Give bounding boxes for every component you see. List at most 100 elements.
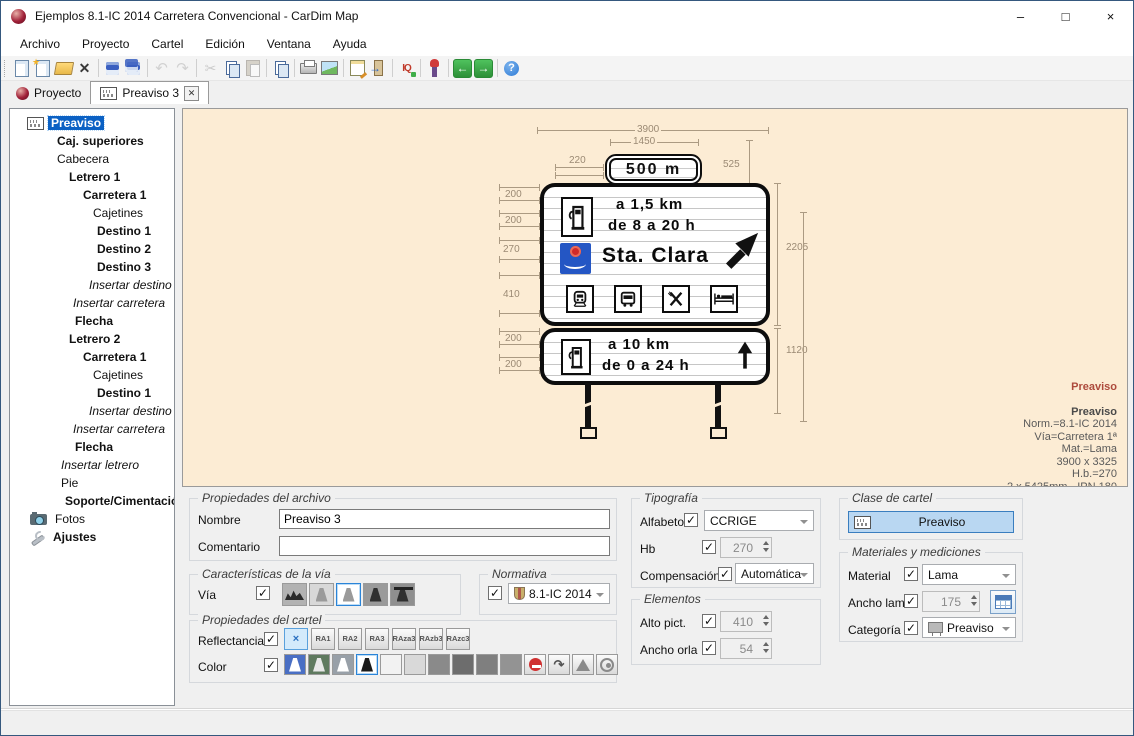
ancho-orla-checkbox[interactable] xyxy=(702,641,716,655)
menu-ventana[interactable]: Ventana xyxy=(256,33,322,55)
properties-icon[interactable] xyxy=(347,58,368,79)
tree-item-destino-1b[interactable]: Destino 1 xyxy=(10,384,174,402)
reflectancia-ra2-button[interactable]: RA2 xyxy=(338,628,362,650)
material-dropdown[interactable]: Lama xyxy=(922,564,1016,585)
alfabeto-checkbox[interactable] xyxy=(684,513,698,527)
color-swatch-gray2-button[interactable] xyxy=(476,654,498,675)
tree-item-carretera-1[interactable]: Carretera 1 xyxy=(10,186,174,204)
color-swatch-white-button[interactable] xyxy=(380,654,402,675)
copy-icon[interactable] xyxy=(221,58,242,79)
tree-item-flecha-b[interactable]: Flecha xyxy=(10,438,174,456)
tree-item-destino-2[interactable]: Destino 2 xyxy=(10,240,174,258)
signal-icon[interactable] xyxy=(424,58,445,79)
tab-preaviso-3[interactable]: Preaviso 3 ✕ xyxy=(90,81,209,104)
sign-canvas[interactable]: 3900 1450 220 525 200 200 270 410 200 20… xyxy=(182,108,1128,487)
tree-item-ajustes[interactable]: Ajustes xyxy=(10,528,174,546)
reflectancia-razc3-button[interactable]: RAzc3 xyxy=(446,628,470,650)
tree-item-destino-3[interactable]: Destino 3 xyxy=(10,258,174,276)
navigate-back-icon[interactable] xyxy=(452,58,473,79)
color-swatch-darkgray-button[interactable] xyxy=(452,654,474,675)
tree-item-insertar-letrero[interactable]: Insertar letrero xyxy=(10,456,174,474)
reflectancia-checkbox[interactable] xyxy=(264,632,278,646)
reflectancia-ra3-button[interactable]: RA3 xyxy=(365,628,389,650)
navigate-forward-icon[interactable] xyxy=(473,58,494,79)
clase-preaviso-button[interactable]: Preaviso xyxy=(848,511,1014,533)
paste-icon[interactable] xyxy=(242,58,263,79)
alto-pict-spinner[interactable]: 410 xyxy=(720,611,772,632)
tree-item-destino-1[interactable]: Destino 1 xyxy=(10,222,174,240)
color-target-button[interactable] xyxy=(596,654,618,675)
color-motorway-button[interactable] xyxy=(284,654,306,675)
delete-icon[interactable] xyxy=(74,58,95,79)
compensacion-checkbox[interactable] xyxy=(718,567,732,581)
tree-item-cabecera[interactable]: Cabecera xyxy=(10,150,174,168)
color-checkbox[interactable] xyxy=(264,658,278,672)
menu-proyecto[interactable]: Proyecto xyxy=(71,33,140,55)
color-detour-button[interactable] xyxy=(548,654,570,675)
cut-icon[interactable] xyxy=(200,58,221,79)
menu-edicion[interactable]: Edición xyxy=(194,33,255,55)
ancho-lamas-spinner[interactable]: 175 xyxy=(922,591,980,612)
color-warning-button[interactable] xyxy=(572,654,594,675)
open-folder-icon[interactable] xyxy=(53,58,74,79)
via-type-terrain-button[interactable] xyxy=(282,583,307,606)
hb-spinner[interactable]: 270 xyxy=(720,537,772,558)
save-all-icon[interactable] xyxy=(123,58,144,79)
color-road-sign-button[interactable] xyxy=(332,654,354,675)
via-checkbox[interactable] xyxy=(256,586,270,600)
material-checkbox[interactable] xyxy=(904,567,918,581)
tree-item-preaviso[interactable]: Preaviso xyxy=(10,114,174,132)
nombre-input[interactable] xyxy=(279,509,610,529)
categoria-checkbox[interactable] xyxy=(904,621,918,635)
help-icon[interactable] xyxy=(501,58,522,79)
redo-icon[interactable] xyxy=(172,58,193,79)
duplicate-icon[interactable] xyxy=(270,58,291,79)
tree-item-insertar-carretera-b[interactable]: Insertar carretera xyxy=(10,420,174,438)
via-type-road-3-button[interactable] xyxy=(363,583,388,606)
hb-checkbox[interactable] xyxy=(702,540,716,554)
reflectancia-raza3-button[interactable]: RAza3 xyxy=(392,628,416,650)
save-icon[interactable] xyxy=(102,58,123,79)
color-road-green-button[interactable] xyxy=(308,654,330,675)
export-image-icon[interactable] xyxy=(319,58,340,79)
categoria-dropdown[interactable]: Preaviso xyxy=(922,617,1016,638)
tab-proyecto[interactable]: Proyecto xyxy=(7,82,90,104)
tree-item-fotos[interactable]: Fotos xyxy=(10,510,174,528)
via-type-gantry-button[interactable] xyxy=(390,583,415,606)
normativa-dropdown[interactable]: 8.1-IC 2014 xyxy=(508,583,610,604)
reflectancia-none-button-selected[interactable]: × xyxy=(284,628,308,650)
alto-pict-checkbox[interactable] xyxy=(702,614,716,628)
menu-archivo[interactable]: Archivo xyxy=(9,33,71,55)
tree-item-caj-superiores[interactable]: Caj. superiores xyxy=(10,132,174,150)
menu-ayuda[interactable]: Ayuda xyxy=(322,33,378,55)
color-no-entry-button[interactable] xyxy=(524,654,546,675)
color-swatch-lightgray-button[interactable] xyxy=(404,654,426,675)
normativa-checkbox[interactable] xyxy=(488,586,502,600)
tree-item-cajetines[interactable]: Cajetines xyxy=(10,204,174,222)
tab-close-icon[interactable]: ✕ xyxy=(184,86,199,101)
via-type-road-1-button[interactable] xyxy=(309,583,334,606)
via-type-road-2-button-selected[interactable] xyxy=(336,583,361,606)
ancho-lamas-checkbox[interactable] xyxy=(904,594,918,608)
color-road-white-button-selected[interactable] xyxy=(356,654,378,675)
print-icon[interactable] xyxy=(298,58,319,79)
undo-icon[interactable] xyxy=(151,58,172,79)
new-document-icon[interactable] xyxy=(11,58,32,79)
reflectancia-ra1-button[interactable]: RA1 xyxy=(311,628,335,650)
tree-item-carretera-1b[interactable]: Carretera 1 xyxy=(10,348,174,366)
close-button[interactable]: × xyxy=(1088,1,1133,31)
ancho-orla-spinner[interactable]: 54 xyxy=(720,638,772,659)
lamas-table-button[interactable] xyxy=(990,590,1016,614)
compensacion-dropdown[interactable]: Automática xyxy=(735,563,814,584)
tree-item-cajetines-b[interactable]: Cajetines xyxy=(10,366,174,384)
export-icon[interactable] xyxy=(368,58,389,79)
color-swatch-gray3-button[interactable] xyxy=(500,654,522,675)
tree-item-insertar-destino[interactable]: Insertar destino xyxy=(10,276,174,294)
tree-item-insertar-destino-b[interactable]: Insertar destino xyxy=(10,402,174,420)
measurements-icon[interactable] xyxy=(396,58,417,79)
maximize-button[interactable]: □ xyxy=(1043,1,1088,31)
tree-item-pie[interactable]: Pie xyxy=(10,474,174,492)
alfabeto-dropdown[interactable]: CCRIGE xyxy=(704,510,814,531)
tree-item-flecha[interactable]: Flecha xyxy=(10,312,174,330)
new-cartel-icon[interactable] xyxy=(32,58,53,79)
